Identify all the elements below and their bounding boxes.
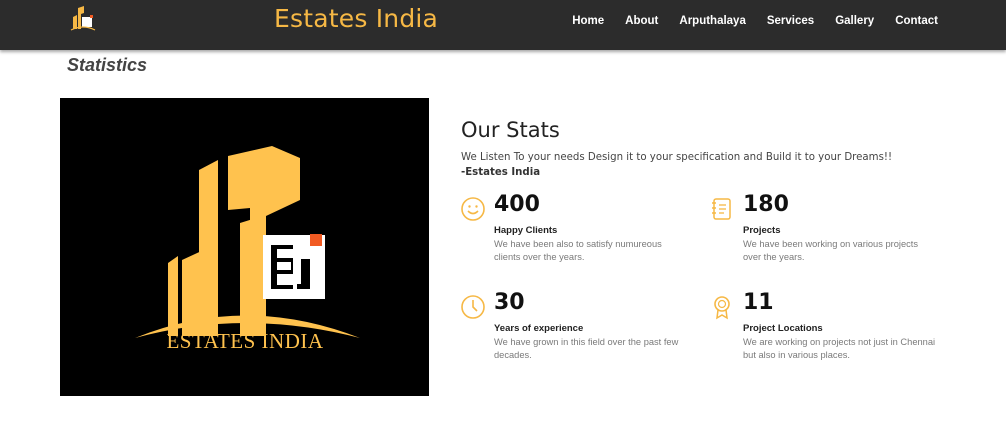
logo-text: ESTATES INDIA [166,329,323,353]
nav-contact[interactable]: Contact [895,15,938,27]
company-logo-image: ESTATES INDIA [60,98,429,396]
clock-icon [461,295,485,319]
award-icon [714,296,730,320]
stat-description: We have been working on various projects… [743,239,919,262]
stat-description: We have grown in this field over the pas… [494,337,679,360]
stat-number: 400 [494,192,540,217]
stats-heading: Our Stats [461,118,560,142]
nav-home[interactable]: Home [572,15,604,27]
nav-arputhalaya[interactable]: Arputhalaya [679,15,745,27]
stat-number: 180 [743,192,789,217]
smiley-icon [461,197,485,221]
notepad-icon [712,198,731,220]
stats-signature: -Estates India [461,167,541,178]
top-navbar: Estates India Home About Arputhalaya Ser… [0,0,1006,50]
stat-description: We have been also to satisfy numureous c… [494,239,662,262]
nav-about[interactable]: About [625,15,658,27]
stat-number: 30 [494,290,525,315]
stats-description: We Listen To your needs Design it to you… [461,152,893,163]
estates-india-logo-icon[interactable] [70,5,96,31]
stat-label: Project Locations [743,323,823,334]
stat-description: We are working on projects not just in C… [743,337,936,360]
brand-title[interactable]: Estates India [274,4,438,33]
estates-india-logo: ESTATES INDIA [135,146,360,353]
stat-label: Happy Clients [494,225,558,236]
stat-label: Years of experience [494,323,584,334]
main-menu: Home About Arputhalaya Services Gallery … [572,15,938,27]
section-title: Statistics [67,55,148,75]
stat-number: 11 [743,290,774,315]
nav-services[interactable]: Services [767,15,814,27]
stat-label: Projects [743,225,781,236]
nav-gallery[interactable]: Gallery [835,15,874,27]
